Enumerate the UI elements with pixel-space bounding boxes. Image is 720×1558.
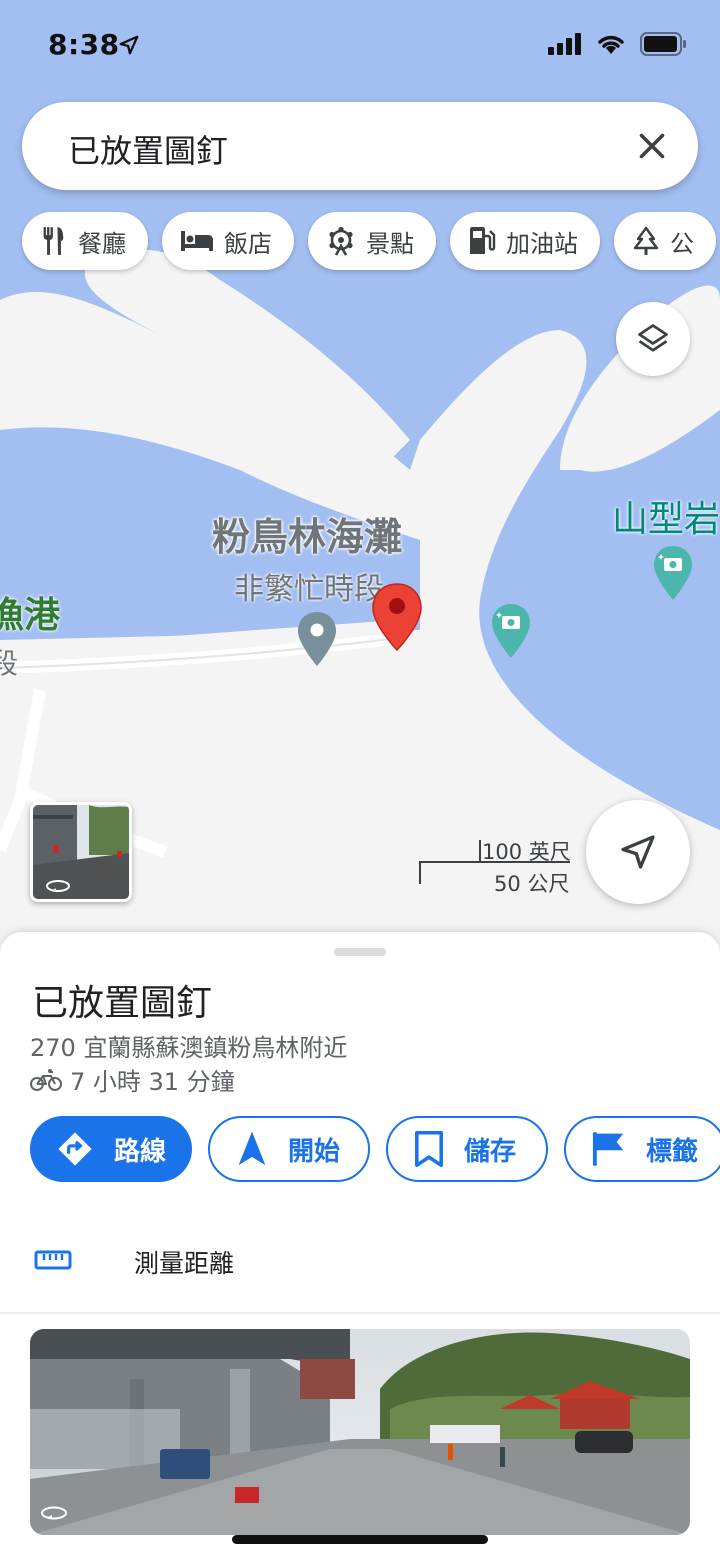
chip-label: 公 [670,229,694,258]
scale-imperial: 100 英尺 [482,840,571,864]
start-button[interactable]: 開始 [208,1116,370,1182]
scale-metric: 50 公尺 [494,872,570,896]
rotate-360-icon [41,1506,67,1520]
sheet-drag-handle[interactable] [334,948,386,956]
harbor-label[interactable]: 漁港 [0,586,60,638]
flag-icon [592,1132,624,1166]
place-sheet[interactable]: 已放置圖釘 270 宜蘭縣蘇澳鎮粉鳥林附近 7 小時 31 分鐘 路線 開始 儲… [0,932,720,1558]
directions-icon [58,1132,92,1166]
start-label: 開始 [288,1136,341,1167]
street-view-thumbnail[interactable] [30,802,132,902]
location-arrow-icon [119,35,139,55]
chip-gas-stations[interactable]: 加油站 [450,212,600,270]
chip-label: 餐廳 [78,229,126,258]
layers-button[interactable] [616,302,690,376]
category-chips: 餐廳 飯店 景點 加油站 公 [22,212,716,270]
bicycle-icon [30,1068,62,1091]
chip-attractions[interactable]: 景點 [308,212,436,270]
place-title: 已放置圖釘 [32,983,213,1024]
battery-icon [640,32,686,56]
photo-spot-pin-icon[interactable] [490,602,532,660]
navigate-start-icon [238,1131,266,1165]
search-bar[interactable]: 已放置圖釘 [22,102,698,190]
photo-spot-pin-icon[interactable] [652,544,694,602]
status-bar: 8:38 [0,0,720,90]
beach-label[interactable]: 粉鳥林海灘 [212,506,402,561]
my-location-button[interactable] [586,800,690,904]
restaurant-icon [43,227,64,255]
status-time: 8:38 [48,28,120,61]
layers-icon [638,324,668,352]
search-query[interactable]: 已放置圖釘 [68,126,228,172]
poi-pin-icon[interactable] [296,610,338,668]
save-button[interactable]: 儲存 [386,1116,548,1182]
rock-label[interactable]: 山型岩 [612,490,720,542]
map-view[interactable]: 8:38 已放置圖釘 餐廳 飯店 景點 加油站 公 粉鳥林海灘 非繁忙時段 漁港… [0,0,720,960]
street-view-photo [30,1329,690,1535]
wifi-icon [598,35,624,54]
save-label: 儲存 [464,1136,517,1167]
chip-label: 飯店 [224,229,272,258]
ruler-icon [34,1250,72,1270]
street-view-photo-card[interactable] [30,1329,690,1535]
place-address: 270 宜蘭縣蘇澳鎮粉鳥林附近 [30,1034,348,1062]
park-icon [633,226,659,255]
measure-distance-label: 測量距離 [134,1249,235,1278]
travel-duration: 7 小時 31 分鐘 [30,1062,235,1097]
cellular-signal-icon [548,33,581,55]
section-divider [0,1312,720,1314]
directions-button[interactable]: 路線 [30,1116,192,1182]
chip-hotels[interactable]: 飯店 [162,212,294,270]
navigation-arrow-icon [621,835,655,869]
chip-label: 加油站 [506,229,578,258]
home-indicator[interactable] [232,1535,488,1544]
harbor-sub-label: 段 [0,647,19,680]
hotel-icon [181,231,213,251]
dropped-pin-icon[interactable] [370,582,424,654]
chip-label: 景點 [366,229,414,258]
label-label: 標籤 [646,1136,699,1167]
label-button[interactable]: 標籤 [564,1116,720,1182]
attractions-icon [329,226,353,256]
measure-distance-row[interactable]: 測量距離 [0,1228,720,1312]
travel-duration-text: 7 小時 31 分鐘 [70,1068,235,1096]
chip-restaurants[interactable]: 餐廳 [22,212,148,270]
chip-parks[interactable]: 公 [614,212,716,270]
directions-label: 路線 [114,1136,167,1167]
bookmark-icon [415,1130,443,1168]
map-scale: 100 英尺 50 公尺 [418,832,578,896]
gas-station-icon [470,227,496,254]
close-icon[interactable] [634,128,670,164]
beach-busy-status: 非繁忙時段 [234,572,384,607]
rotate-360-icon [46,880,70,892]
action-buttons: 路線 開始 儲存 標籤 [30,1116,720,1182]
